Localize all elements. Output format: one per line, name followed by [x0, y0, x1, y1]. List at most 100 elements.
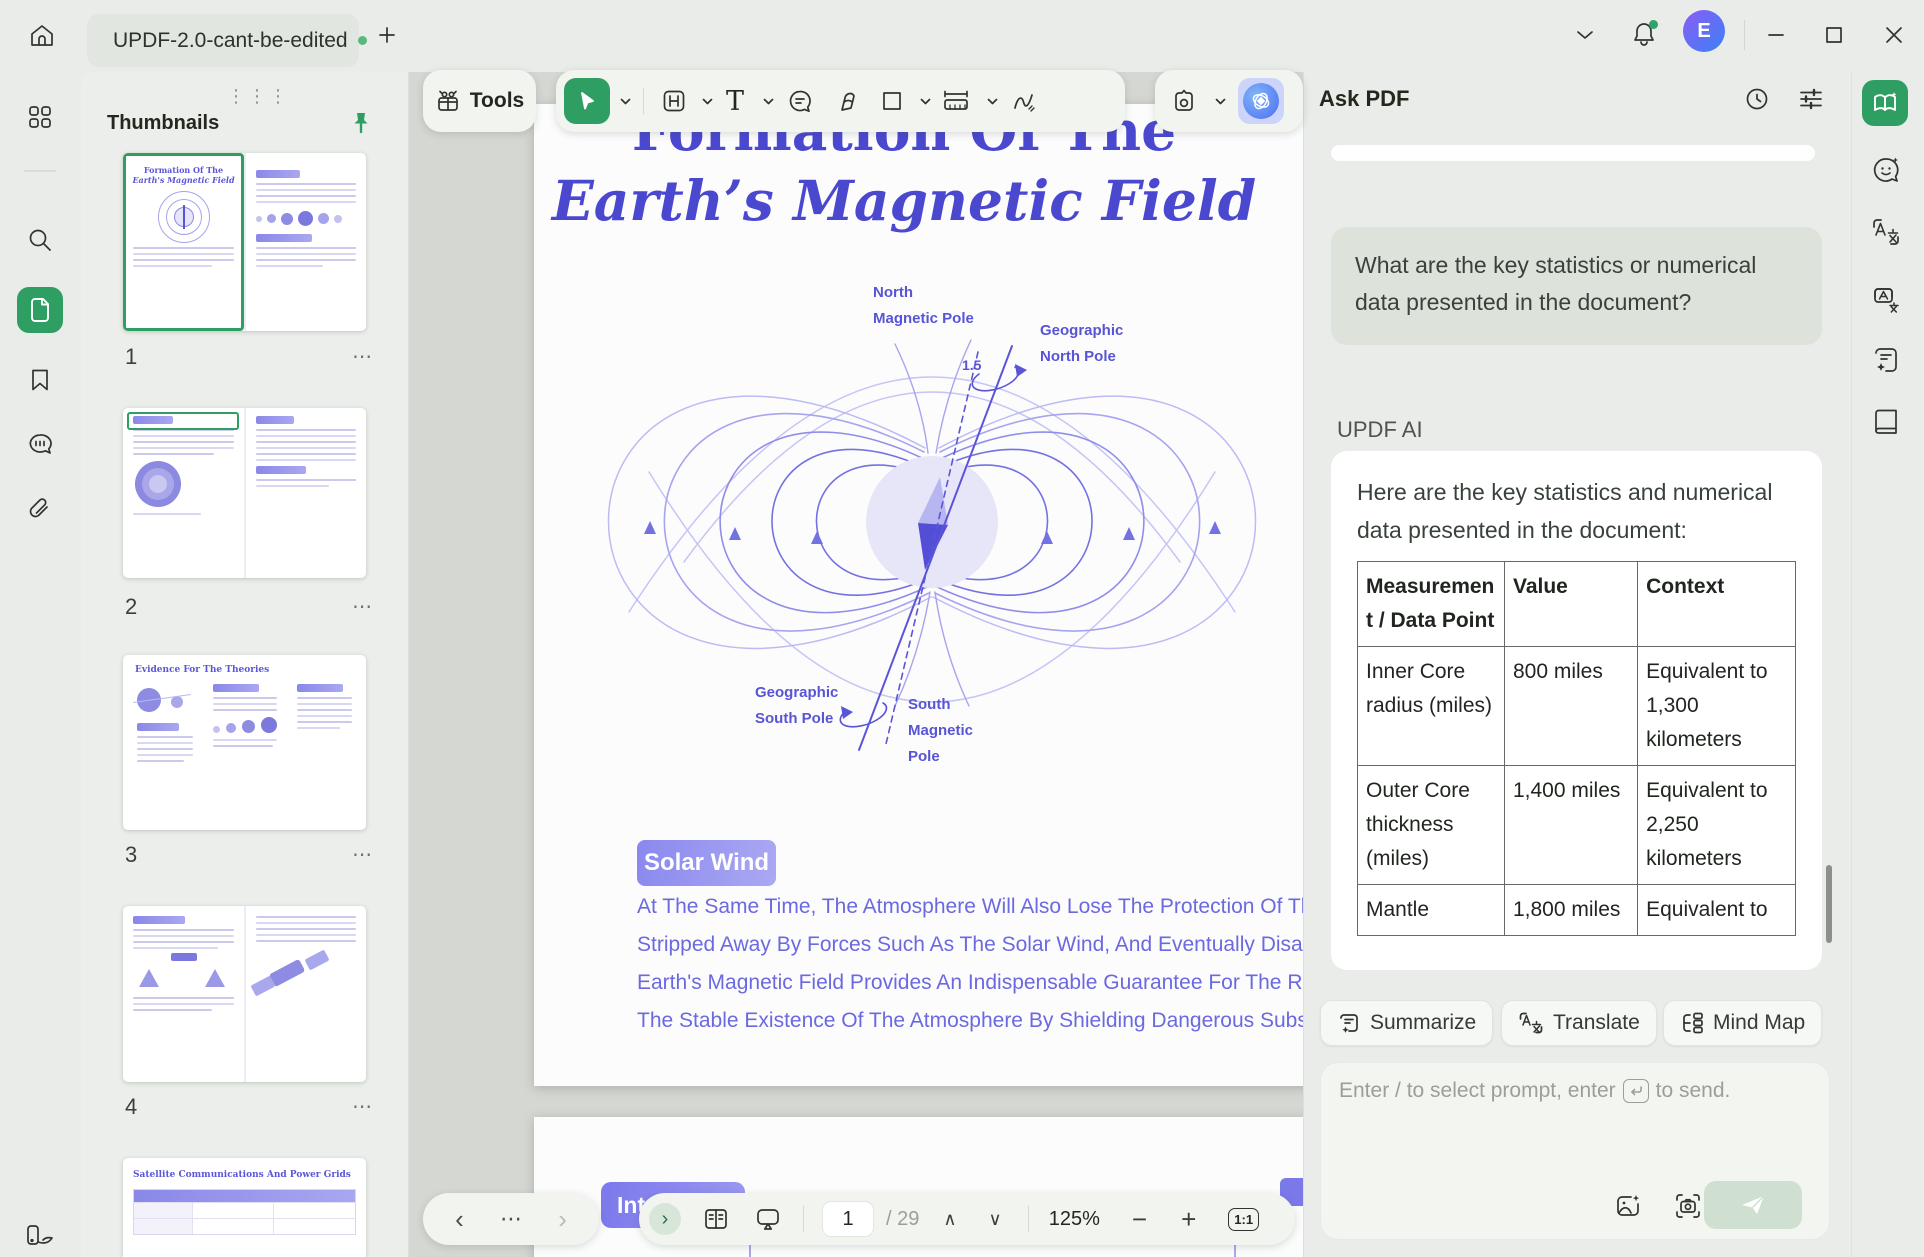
signature-tool-button[interactable] — [1002, 78, 1046, 124]
window-menu-button[interactable] — [1568, 20, 1602, 50]
document-area[interactable]: Formation Of The Earth’s Magnetic Field — [409, 72, 1303, 1257]
next-page-button[interactable]: › — [558, 1204, 567, 1235]
doc-sparkle-icon — [1872, 345, 1900, 375]
page-up-button[interactable]: ∧ — [943, 1209, 956, 1230]
cursor-icon — [576, 90, 598, 112]
page-down-button[interactable]: ∨ — [989, 1209, 1002, 1230]
search-icon — [27, 227, 53, 253]
highlighter-tool-button[interactable] — [826, 78, 870, 124]
grid-view-button[interactable] — [17, 94, 63, 140]
ai-answer-card: Here are the key statistics and numerica… — [1331, 451, 1822, 970]
book-icon — [1871, 407, 1901, 437]
heading-tool-dropdown[interactable] — [702, 98, 713, 105]
translate-button[interactable]: Translate — [1501, 1000, 1657, 1046]
panel-drag-handle[interactable]: ⋮⋮⋮ — [227, 86, 290, 107]
table-cell: 800 miles — [1504, 647, 1637, 766]
table-header-cell: Value — [1504, 562, 1637, 647]
thumbnail-page-1[interactable]: Formation Of The Earth's Magnetic Field — [123, 153, 366, 331]
thumbnail-page-2[interactable] — [123, 408, 366, 578]
prev-page-button[interactable]: ‹ — [455, 1204, 464, 1235]
tools-button[interactable]: Tools — [435, 88, 524, 114]
insert-image-button[interactable] — [1609, 1187, 1647, 1225]
ai-swirl-icon — [1243, 83, 1279, 119]
pin-panel-button[interactable] — [351, 111, 371, 135]
sliders-icon — [1798, 86, 1824, 112]
close-button[interactable] — [1876, 18, 1912, 52]
page-number-input[interactable]: 1 — [822, 1201, 874, 1237]
page-organize-button[interactable] — [17, 1212, 63, 1257]
main-toolbar: T — [556, 70, 1125, 132]
thumb3-menu-button[interactable]: ⋯ — [352, 842, 373, 867]
measure-tool-dropdown[interactable] — [987, 98, 998, 105]
comment-tool-button[interactable] — [778, 78, 822, 124]
chat-history-button[interactable] — [1740, 82, 1774, 116]
maximize-button[interactable] — [1816, 18, 1852, 52]
doc-paragraph-line1: At The Same Time, The Atmosphere Will Al… — [637, 895, 1303, 919]
grid-icon — [27, 104, 53, 130]
chat-scroll-area[interactable]: What are the key statistics or numerical… — [1304, 132, 1852, 992]
send-button[interactable] — [1704, 1181, 1802, 1229]
search-button[interactable] — [17, 217, 63, 263]
new-tab-button[interactable] — [370, 18, 404, 52]
titlebar: UPDF-2.0-cant-be-edited E — [0, 0, 1924, 72]
home-button[interactable] — [22, 16, 62, 56]
account-avatar[interactable]: E — [1683, 10, 1725, 52]
rail-translate-button[interactable] — [1866, 212, 1906, 252]
stamp-tool-dropdown[interactable] — [1215, 98, 1226, 105]
zoom-level-value[interactable]: 125% — [1049, 1208, 1100, 1231]
thumbnail-page-5[interactable]: Satellite Communications And Power Grids — [123, 1158, 366, 1257]
shape-tool-dropdown[interactable] — [920, 98, 931, 105]
table-cell: Outer Core thickness (miles) — [1358, 766, 1505, 885]
actual-size-button[interactable]: 1:1 — [1228, 1208, 1259, 1231]
heading-tool-button[interactable] — [656, 78, 692, 124]
chat-settings-button[interactable] — [1794, 82, 1828, 116]
expand-toolbar-button[interactable]: › — [649, 1203, 681, 1235]
thumbnail-page-3[interactable]: Evidence For The Theories — [123, 655, 366, 830]
thumbnails-title: Thumbnails — [107, 112, 219, 135]
rail-notes-button[interactable] — [1866, 402, 1906, 442]
ai-chat-smiley-icon — [1871, 155, 1901, 185]
attachments-button[interactable] — [17, 486, 63, 532]
rail-translate-page-button[interactable] — [1866, 280, 1906, 320]
shape-tool-button[interactable] — [874, 78, 910, 124]
presentation-button[interactable] — [755, 1207, 781, 1231]
mini-title-5: Satellite Communications And Power Grids — [133, 1170, 356, 1181]
stamp-tool-button[interactable] — [1165, 78, 1203, 124]
open-book-icon — [1871, 90, 1899, 116]
document-tab[interactable]: UPDF-2.0-cant-be-edited — [87, 14, 359, 67]
minimize-button[interactable] — [1758, 18, 1794, 52]
chevron-down-icon — [1576, 30, 1594, 40]
zoom-in-button[interactable]: + — [1181, 1204, 1196, 1235]
thumb1-menu-button[interactable]: ⋯ — [352, 344, 373, 369]
reading-view-button[interactable] — [703, 1207, 729, 1231]
label-axis-angle: 1.5 — [962, 352, 981, 378]
chat-scrollbar[interactable] — [1826, 865, 1832, 943]
thumbnails-panel-button[interactable] — [17, 287, 63, 333]
text-tool-dropdown[interactable] — [763, 98, 774, 105]
table-cell: Mantle — [1358, 885, 1505, 936]
ai-assistant-button[interactable] — [1238, 78, 1284, 124]
comments-button[interactable] — [17, 422, 63, 468]
mind-map-button[interactable]: Mind Map — [1663, 1000, 1822, 1046]
thumb2-menu-button[interactable]: ⋯ — [352, 594, 373, 619]
zoom-out-button[interactable]: − — [1132, 1204, 1147, 1235]
page-menu-button[interactable]: ⋯ — [500, 1206, 522, 1232]
select-tool-button[interactable] — [564, 78, 610, 124]
translate-box-icon — [1871, 285, 1901, 315]
ai-chat-button[interactable] — [1866, 150, 1906, 190]
thumb4-menu-button[interactable]: ⋯ — [352, 1094, 373, 1119]
measure-tool-button[interactable] — [935, 78, 977, 124]
bookmarks-button[interactable] — [17, 357, 63, 403]
summarize-button[interactable]: Summarize — [1320, 1000, 1493, 1046]
notifications-button[interactable] — [1626, 14, 1662, 54]
prompt-input-box[interactable]: Enter / to select prompt, enter to send. — [1320, 1062, 1830, 1240]
thumbnail-page-4[interactable] — [123, 906, 366, 1082]
table-cell: Equivalent to 2,250 kilometers — [1638, 766, 1796, 885]
ask-pdf-title: Ask PDF — [1319, 86, 1409, 112]
select-tool-dropdown[interactable] — [620, 98, 631, 105]
text-tool-button[interactable]: T — [717, 78, 753, 124]
screenshot-button[interactable] — [1669, 1187, 1707, 1225]
table-row: Inner Core radius (miles) 800 miles Equi… — [1358, 647, 1796, 766]
reader-mode-button[interactable] — [1862, 80, 1908, 126]
rail-summary-button[interactable] — [1866, 340, 1906, 380]
